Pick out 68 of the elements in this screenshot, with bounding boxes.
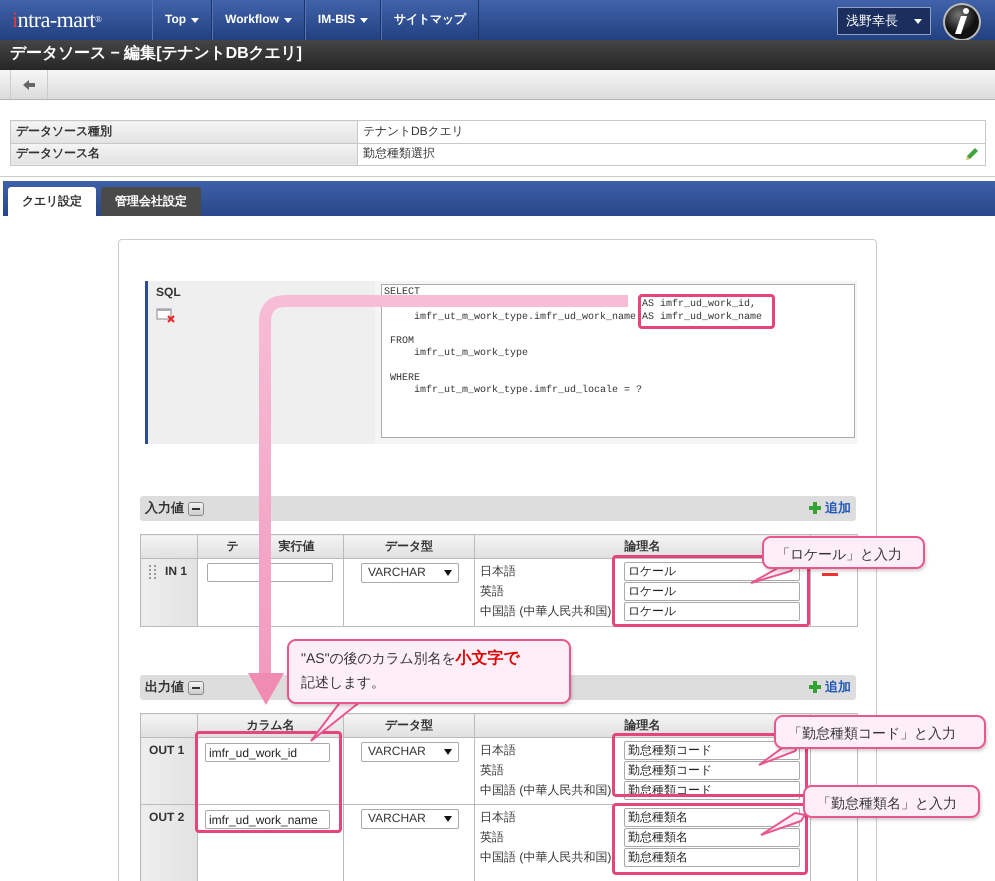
- column-name-field[interactable]: imfr_ud_work_id: [205, 743, 330, 762]
- language-label: 英語: [480, 762, 505, 778]
- logical-name-field[interactable]: 勤怠種類コード: [624, 761, 800, 780]
- section-title: 入力値: [145, 500, 184, 516]
- property-label: データソース種別: [10, 120, 358, 143]
- test-value-field[interactable]: [207, 563, 333, 582]
- user-menu-button[interactable]: 浅野幸長: [837, 7, 931, 35]
- page-title: データソース − 編集[テナントDBクエリ]: [0, 40, 995, 70]
- clear-sql-button[interactable]: [156, 306, 176, 323]
- code-line: FROM: [389, 336, 414, 348]
- language-label: 中国語 (中華人民共和国): [480, 782, 612, 798]
- tab[interactable]: 管理会社設定: [101, 187, 201, 216]
- code-line: WHERE: [389, 373, 420, 384]
- code-line: imfr_ut_m_work_type: [413, 348, 528, 361]
- code-line: imfr_ut_m_work_type.imfr_ud_locale = ?: [413, 385, 642, 398]
- row-id: OUT 2: [149, 810, 184, 826]
- callout-pointer: [760, 812, 806, 836]
- language-label: 日本語: [480, 742, 517, 758]
- code-line: AS imfr_ud_work_id,: [642, 299, 756, 312]
- column-name-field[interactable]: imfr_ud_work_name: [205, 810, 330, 829]
- column-header: 論理名: [624, 538, 660, 553]
- language-label: 中国語 (中華人民共和国): [480, 604, 612, 620]
- column-header: カラム名: [246, 718, 294, 732]
- plus-icon: [808, 680, 822, 694]
- add-link[interactable]: 追加: [808, 679, 851, 696]
- column-header: テ: [226, 538, 238, 554]
- property-value: 勤怠種類選択: [363, 146, 435, 162]
- callout: 「勤怠種類名」と入力: [803, 785, 980, 818]
- code-line: imfr_ut_m_work_type.imfr_ud_work_name AS imfr_ud_work_name: [413, 312, 762, 324]
- language-label: 中国語 (中華人民共和国): [480, 850, 612, 866]
- logo: intra-mart$^{®}$: [12, 6, 102, 34]
- drag-handle-icon: [149, 564, 157, 579]
- column-header: 論理名: [624, 718, 660, 732]
- property-label: データソース名: [10, 143, 358, 166]
- column-header: データ型: [385, 538, 433, 553]
- logical-name-field[interactable]: 勤怠種類名: [624, 828, 800, 847]
- sql-editor[interactable]: SELECT AS imfr_ud_work_id, imfr_ut_m_work_type.imfr_ud_work_name AS imfr_ud_work_name FROM imfr_ut_m_work_type WHERE imfr_ut_m_work_type.imfr_ud_locale = ?: [381, 284, 855, 438]
- caret-icon: [444, 816, 452, 822]
- caret-icon: [444, 749, 452, 755]
- code-line: SELECT: [384, 287, 420, 300]
- language-label: 英語: [480, 584, 505, 600]
- caret-icon: [914, 18, 922, 24]
- logical-name-field[interactable]: ロケール: [624, 582, 800, 601]
- logical-name-field[interactable]: 勤怠種類名: [624, 848, 800, 867]
- collapse-button[interactable]: [188, 502, 204, 516]
- plus-icon: [808, 501, 822, 516]
- language-label: 日本語: [480, 564, 517, 580]
- collapse-button[interactable]: [188, 680, 204, 695]
- clear-icon: [156, 306, 176, 323]
- delete-icon: [822, 572, 838, 577]
- column-header: 実行値: [278, 538, 314, 554]
- data-type-select[interactable]: VARCHAR: [361, 809, 459, 829]
- data-type-select[interactable]: VARCHAR: [361, 563, 459, 583]
- tab[interactable]: クエリ設定: [8, 187, 96, 216]
- language-label: 英語: [480, 830, 505, 846]
- data-type-select[interactable]: VARCHAR: [361, 742, 459, 762]
- back-arrow-icon: [22, 78, 36, 90]
- logical-name-field[interactable]: ロケール: [624, 602, 800, 621]
- row-id: OUT 1: [149, 743, 184, 759]
- property-value: テナントDBクエリ: [363, 124, 464, 140]
- section-title: 出力値: [145, 679, 184, 694]
- caret-icon: [444, 570, 452, 576]
- row-id: IN 1: [165, 564, 188, 580]
- language-label: 日本語: [480, 810, 517, 826]
- column-header: データ型: [385, 718, 433, 732]
- sql-label: SQL: [156, 285, 181, 301]
- add-link[interactable]: 追加: [808, 500, 851, 517]
- back-button[interactable]: [10, 70, 48, 99]
